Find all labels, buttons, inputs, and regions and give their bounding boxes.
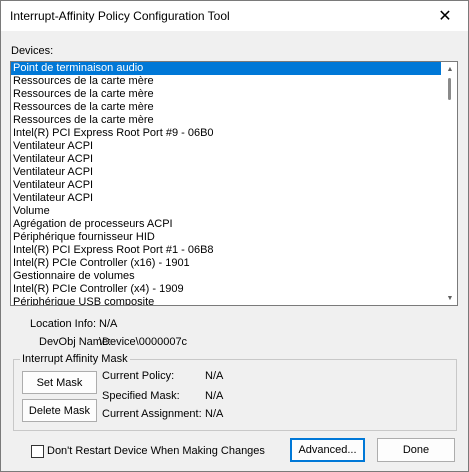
device-list-item[interactable]: Agrégation de processeurs ACPI: [11, 218, 441, 231]
window-title: Interrupt-Affinity Policy Configuration …: [10, 9, 230, 23]
set-mask-button[interactable]: Set Mask: [22, 371, 97, 394]
device-list-item[interactable]: Ressources de la carte mère: [11, 114, 441, 127]
dont-restart-checkbox[interactable]: [31, 445, 44, 458]
advanced-button[interactable]: Advanced...: [290, 438, 365, 462]
delete-mask-button[interactable]: Delete Mask: [22, 399, 97, 422]
device-list-item[interactable]: Volume: [11, 205, 441, 218]
device-list-item[interactable]: Ressources de la carte mère: [11, 101, 441, 114]
scroll-up-icon[interactable]: ▲: [443, 62, 457, 76]
location-info-value: N/A: [99, 318, 118, 330]
device-list-item[interactable]: Intel(R) PCI Express Root Port #9 - 06B0: [11, 127, 441, 140]
devices-scrollbar[interactable]: ▲ ▼: [443, 62, 457, 305]
current-policy-value: N/A: [205, 370, 224, 382]
devobj-name-value: \Device\0000007c: [99, 336, 188, 348]
location-info-label: Location Info:: [30, 318, 97, 330]
close-icon: ✕: [438, 8, 452, 25]
device-list-item[interactable]: Ventilateur ACPI: [11, 153, 441, 166]
close-button[interactable]: ✕: [422, 1, 468, 31]
device-list-item[interactable]: Ventilateur ACPI: [11, 179, 441, 192]
device-list-item[interactable]: Intel(R) PCI Express Root Port #1 - 06B8: [11, 244, 441, 257]
device-list-item[interactable]: Ressources de la carte mère: [11, 88, 441, 101]
current-policy-label: Current Policy:: [102, 370, 175, 382]
dont-restart-label[interactable]: Don't Restart Device When Making Changes: [47, 445, 265, 457]
devices-listbox[interactable]: Point de terminaison audio Ressources de …: [10, 61, 458, 306]
device-list-item[interactable]: Ressources de la carte mère: [11, 75, 441, 88]
device-list-item[interactable]: Périphérique fournisseur HID: [11, 231, 441, 244]
specified-mask-value: N/A: [205, 390, 224, 402]
done-button[interactable]: Done: [377, 438, 455, 462]
devices-list: Point de terminaison audio Ressources de …: [11, 62, 441, 305]
specified-mask-label: Specified Mask:: [102, 390, 180, 402]
device-list-item[interactable]: Intel(R) PCIe Controller (x4) - 1909: [11, 283, 441, 296]
current-assignment-value: N/A: [205, 408, 224, 420]
app-window: Interrupt-Affinity Policy Configuration …: [0, 0, 469, 472]
current-assignment-label: Current Assignment:: [102, 408, 202, 420]
device-list-item[interactable]: Point de terminaison audio: [11, 62, 441, 75]
device-list-item[interactable]: Ventilateur ACPI: [11, 140, 441, 153]
device-list-item[interactable]: Gestionnaire de volumes: [11, 270, 441, 283]
scroll-down-icon[interactable]: ▼: [443, 291, 457, 305]
scroll-thumb[interactable]: [448, 78, 451, 100]
device-list-item[interactable]: Périphérique USB composite: [11, 296, 441, 305]
affinity-mask-group-title: Interrupt Affinity Mask: [20, 353, 130, 365]
title-bar: Interrupt-Affinity Policy Configuration …: [1, 1, 468, 31]
device-list-item[interactable]: Intel(R) PCIe Controller (x16) - 1901: [11, 257, 441, 270]
devices-label: Devices:: [11, 45, 54, 57]
device-list-item[interactable]: Ventilateur ACPI: [11, 166, 441, 179]
device-list-item[interactable]: Ventilateur ACPI: [11, 192, 441, 205]
